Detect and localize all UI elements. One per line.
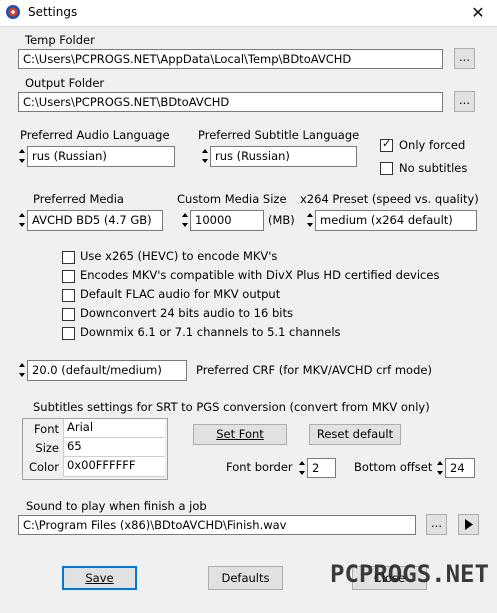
font-border-field[interactable]: 2: [307, 458, 336, 478]
output-folder-browse-button[interactable]: ...: [454, 91, 475, 112]
watermark: PCPROGS.NET: [330, 560, 489, 588]
bottom-offset-label: Bottom offset: [354, 460, 433, 474]
audio-language-label: Preferred Audio Language: [20, 128, 170, 142]
crf-spin-icon[interactable]: [18, 360, 26, 380]
font-row-value[interactable]: Arial: [63, 419, 165, 438]
font-border-label: Font border: [226, 460, 293, 474]
set-font-button-label: Set Font: [216, 427, 264, 441]
divx-compatible-label: Encodes MKV's compatible with DivX Plus …: [80, 268, 440, 282]
output-folder-label: Output Folder: [25, 76, 105, 90]
audio-language-spin-icon[interactable]: [18, 146, 26, 166]
downconvert-24bit-checkbox[interactable]: [62, 308, 75, 321]
temp-folder-label: Temp Folder: [25, 33, 95, 47]
sound-label: Sound to play when finish a job: [26, 499, 207, 513]
default-flac-label: Default FLAC audio for MKV output: [80, 287, 281, 301]
default-flac-checkbox[interactable]: [62, 289, 75, 302]
reset-default-button[interactable]: Reset default: [309, 424, 401, 445]
window-title: Settings: [28, 5, 78, 19]
no-subtitles-checkbox[interactable]: [380, 162, 393, 175]
sound-browse-button[interactable]: ...: [426, 514, 447, 535]
defaults-button-label: Defaults: [221, 571, 270, 585]
set-font-button[interactable]: Set Font: [193, 424, 287, 445]
custom-media-size-field[interactable]: 10000: [190, 210, 264, 231]
font-row-label: Font: [33, 422, 59, 436]
downmix-checkbox[interactable]: [62, 327, 75, 340]
no-subtitles-label: No subtitles: [399, 161, 468, 175]
save-button-label: Save: [85, 571, 114, 585]
reset-default-button-label: Reset default: [316, 427, 394, 441]
downmix-label: Downmix 6.1 or 7.1 channels to 5.1 chann…: [80, 325, 341, 339]
play-sound-button[interactable]: [458, 514, 479, 535]
bottom-offset-spin-icon[interactable]: [436, 458, 444, 478]
preferred-media-field[interactable]: AVCHD BD5 (4.7 GB): [27, 210, 163, 231]
defaults-button[interactable]: Defaults: [208, 566, 283, 590]
output-folder-field[interactable]: C:\Users\PCPROGS.NET\BDtoAVCHD: [18, 92, 443, 112]
save-button[interactable]: Save: [62, 566, 137, 590]
custom-media-size-label: Custom Media Size: [177, 192, 287, 206]
play-icon: [465, 519, 473, 530]
size-row-label: Size: [35, 441, 59, 455]
downconvert-24bit-label: Downconvert 24 bits audio to 16 bits: [80, 306, 293, 320]
use-x265-label: Use x265 (HEVC) to encode MKV's: [80, 249, 278, 263]
app-icon: [5, 4, 21, 20]
color-row-value[interactable]: 0x00FFFFFF: [63, 457, 165, 477]
x264-preset-spin-icon[interactable]: [306, 210, 314, 230]
sound-file-field[interactable]: C:\Program Files (x86)\BDtoAVCHD\Finish.…: [18, 515, 416, 535]
font-border-spin-icon[interactable]: [298, 458, 306, 478]
color-row-label: Color: [28, 460, 59, 474]
only-forced-label: Only forced: [399, 138, 466, 152]
close-icon[interactable]: ✕: [466, 2, 490, 24]
preferred-media-label: Preferred Media: [33, 192, 124, 206]
preferred-media-spin-icon[interactable]: [18, 210, 26, 230]
subtitle-language-spin-icon[interactable]: [201, 146, 209, 166]
bottom-offset-field[interactable]: 24: [445, 458, 475, 478]
subtitle-language-field[interactable]: rus (Russian): [210, 146, 357, 167]
x264-preset-label: x264 Preset (speed vs. quality): [300, 192, 479, 206]
crf-label: Preferred CRF (for MKV/AVCHD crf mode): [196, 363, 432, 377]
use-x265-checkbox[interactable]: [62, 251, 75, 264]
custom-media-size-spin-icon[interactable]: [181, 210, 189, 230]
subtitles-settings-heading: Subtitles settings for SRT to PGS conver…: [33, 400, 430, 414]
only-forced-checkbox[interactable]: [380, 137, 393, 152]
subtitle-language-label: Preferred Subtitle Language: [198, 128, 360, 142]
x264-preset-field[interactable]: medium (x264 default): [315, 210, 477, 231]
temp-folder-browse-button[interactable]: ...: [454, 48, 475, 69]
temp-folder-field[interactable]: C:\Users\PCPROGS.NET\AppData\Local\Temp\…: [18, 49, 443, 69]
crf-field[interactable]: 20.0 (default/medium): [27, 360, 187, 381]
audio-language-field[interactable]: rus (Russian): [27, 146, 175, 167]
size-row-value[interactable]: 65: [63, 438, 165, 457]
divx-compatible-checkbox[interactable]: [62, 270, 75, 283]
custom-media-size-unit: (MB): [268, 213, 295, 227]
